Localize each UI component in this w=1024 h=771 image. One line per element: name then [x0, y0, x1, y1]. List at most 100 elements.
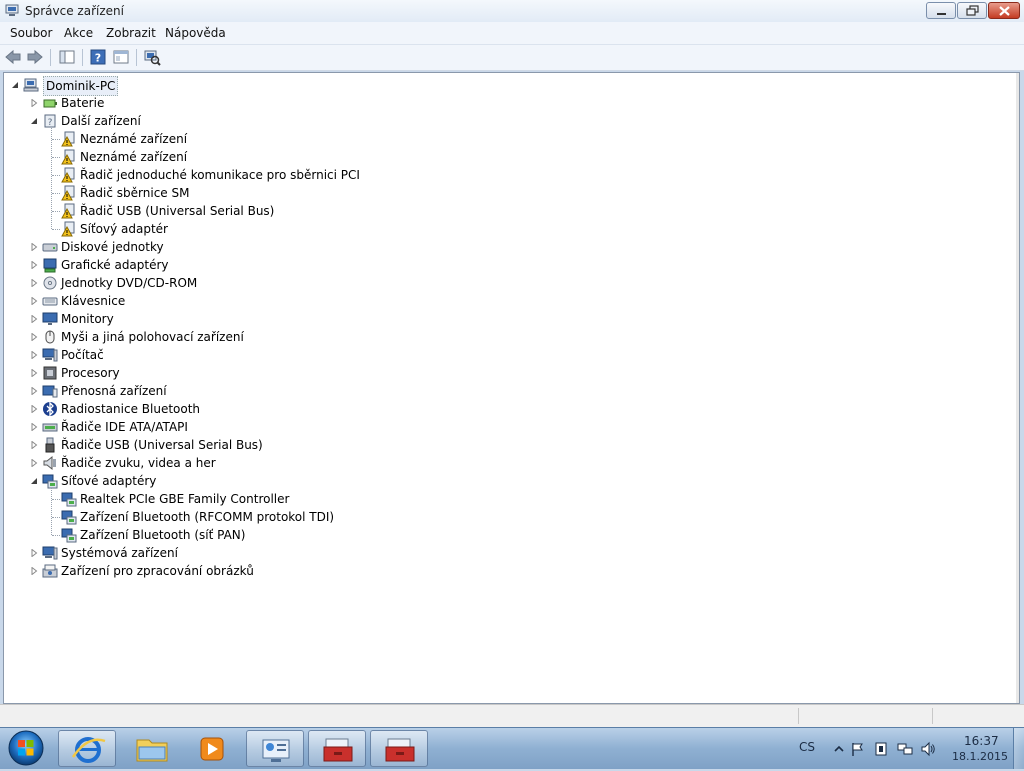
taskbar-internet-explorer[interactable]: [58, 730, 116, 767]
collapsed-triangle-icon[interactable]: [30, 99, 38, 107]
network-adapter-icon: [61, 510, 77, 525]
clock-time[interactable]: 16:37: [964, 734, 999, 748]
taskbar-toolbox-1[interactable]: [308, 730, 366, 767]
console-tree-icon[interactable]: [58, 48, 76, 66]
mouse-icon: [45, 330, 55, 344]
svg-text:?: ?: [95, 52, 101, 65]
tree-item-label: Počítač: [61, 348, 104, 362]
expanded-triangle-icon[interactable]: [11, 81, 19, 89]
tree-item-label: Neznámé zařízení: [80, 132, 188, 146]
tree-item-label: Síťové adaptéry: [61, 474, 157, 488]
collapsed-triangle-icon[interactable]: [30, 369, 38, 377]
collapsed-triangle-icon[interactable]: [30, 243, 38, 251]
taskbar: CS 16:37 18.1.2015: [0, 727, 1024, 769]
start-button[interactable]: [3, 729, 49, 767]
tree-connector: [52, 211, 60, 212]
restore-button[interactable]: [957, 2, 987, 19]
tree-item-label: Řadič USB (Universal Serial Bus): [80, 204, 275, 218]
disk-drive-icon: [42, 243, 58, 252]
computer-icon: [42, 348, 58, 362]
status-cell: [932, 708, 1023, 724]
tree-root-label: Dominik-PC: [43, 76, 119, 96]
volume-icon[interactable]: [920, 741, 936, 757]
collapsed-triangle-icon[interactable]: [30, 261, 38, 269]
taskbar-media-player[interactable]: [182, 730, 240, 767]
collapsed-triangle-icon[interactable]: [30, 387, 38, 395]
device-tree[interactable]: Dominik-PC Baterie? Další zařízení Neznámé…: [3, 72, 1020, 704]
file-explorer-icon: [136, 739, 168, 762]
monitor-icon: [42, 312, 58, 325]
tree-item-label: Klávesnice: [61, 294, 126, 308]
keyboard-icon: [42, 297, 58, 306]
help-icon[interactable]: ?: [89, 48, 107, 66]
tree-connector: [52, 229, 60, 230]
tree-connector: [51, 128, 52, 229]
toolbox-icon: [323, 738, 353, 762]
display-adapter-icon: [43, 258, 57, 273]
taskbar-file-explorer[interactable]: [123, 730, 181, 767]
warning-device-icon: [61, 131, 75, 147]
collapsed-triangle-icon[interactable]: [30, 405, 38, 413]
menu-bar: Soubor Akce Zobrazit Nápověda: [0, 22, 1024, 45]
collapsed-triangle-icon[interactable]: [30, 441, 38, 449]
show-hidden-icons-icon[interactable]: [831, 741, 847, 757]
tree-scroll-edge: [1016, 73, 1019, 703]
tree-connector: [52, 535, 60, 536]
minimize-button[interactable]: [926, 2, 956, 19]
expanded-triangle-icon[interactable]: [30, 117, 38, 125]
close-icon: [999, 6, 1010, 16]
back-arrow-icon[interactable]: [4, 48, 22, 66]
system-device-icon: [42, 546, 58, 560]
menu-napoveda[interactable]: Nápověda: [165, 26, 226, 40]
menu-soubor[interactable]: Soubor: [10, 26, 52, 40]
close-button[interactable]: [988, 2, 1020, 19]
control-panel-icon: [262, 739, 290, 762]
tree-item-label: Systémová zařízení: [61, 546, 178, 560]
collapsed-triangle-icon[interactable]: [30, 279, 38, 287]
menu-akce[interactable]: Akce: [64, 26, 93, 40]
tree-item-label: Zařízení Bluetooth (RFCOMM protokol TDI): [80, 510, 335, 524]
taskbar-toolbox-2[interactable]: [370, 730, 428, 767]
expanded-triangle-icon[interactable]: [30, 477, 38, 485]
collapsed-triangle-icon[interactable]: [30, 315, 38, 323]
speaker-icon: [43, 455, 56, 471]
collapsed-triangle-icon[interactable]: [30, 567, 38, 575]
tree-item-label: Další zařízení: [61, 114, 141, 128]
tree-connector: [51, 488, 52, 535]
tree-connector: [52, 499, 60, 500]
tree-item-label: Řadiče IDE ATA/ATAPI: [61, 420, 188, 434]
usb-icon: [45, 437, 55, 453]
scan-hardware-icon[interactable]: [143, 48, 161, 66]
network-icon[interactable]: [897, 741, 913, 757]
tree-item-label: Zařízení Bluetooth (síť PAN): [80, 528, 246, 542]
tree-item-label: Diskové jednotky: [61, 240, 164, 254]
taskbar-control-panel[interactable]: [246, 730, 304, 767]
collapsed-triangle-icon[interactable]: [30, 423, 38, 431]
battery-icon: [43, 99, 57, 108]
toolbar-separator: [82, 49, 83, 66]
safely-remove-hardware-icon[interactable]: [873, 741, 889, 757]
menu-zobrazit[interactable]: Zobrazit: [106, 26, 156, 40]
action-center-flag-icon[interactable]: [850, 741, 866, 757]
minimize-icon: [937, 13, 946, 15]
clock-date[interactable]: 18.1.2015: [952, 750, 1008, 763]
tree-item-label: Jednotky DVD/CD-ROM: [61, 276, 198, 290]
collapsed-triangle-icon[interactable]: [30, 297, 38, 305]
language-indicator[interactable]: CS: [799, 740, 815, 754]
tree-item-label: Grafické adaptéry: [61, 258, 169, 272]
restore-icon: [966, 5, 979, 16]
collapsed-triangle-icon[interactable]: [30, 351, 38, 359]
unknown-device-icon: ?: [44, 114, 56, 128]
collapsed-triangle-icon[interactable]: [30, 459, 38, 467]
forward-arrow-icon[interactable]: [26, 48, 44, 66]
dvd-drive-icon: [43, 276, 57, 290]
collapsed-triangle-icon[interactable]: [30, 549, 38, 557]
properties-icon[interactable]: [112, 48, 130, 66]
tree-connector: [52, 175, 60, 176]
toolbar-separator: [50, 49, 51, 66]
collapsed-triangle-icon[interactable]: [30, 333, 38, 341]
status-bar: [0, 704, 1024, 727]
tree-item-label: Neznámé zařízení: [80, 150, 188, 164]
show-desktop-button[interactable]: [1013, 728, 1024, 769]
svg-text:?: ?: [48, 118, 53, 128]
